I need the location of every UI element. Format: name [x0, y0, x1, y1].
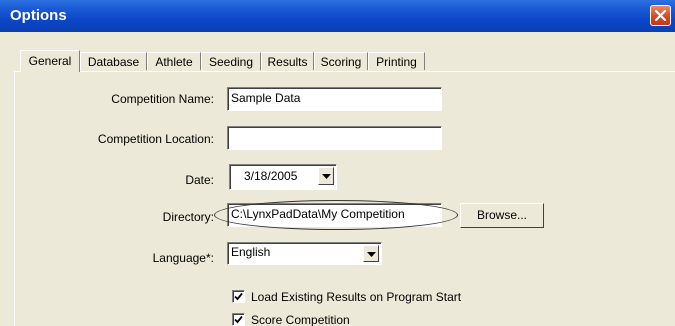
language-dropdown-button[interactable] [363, 245, 379, 262]
language-label: Language*: [152, 251, 214, 265]
load-existing-label: Load Existing Results on Program Start [251, 290, 462, 304]
directory-label: Directory: [162, 210, 214, 224]
competition-name-field[interactable]: Sample Data [227, 87, 442, 111]
date-value: 3/18/2005 [244, 169, 298, 183]
competition-location-label: Competition Location: [97, 132, 214, 146]
load-existing-checkbox[interactable] [232, 290, 245, 303]
window-title: Options [10, 7, 67, 24]
options-dialog: Options General Database Athlete Seeding… [0, 0, 675, 326]
title-bar: Options [0, 0, 675, 32]
score-competition-label: Score Competition [251, 313, 350, 326]
tab-database[interactable]: Database [80, 52, 147, 70]
tab-scoring[interactable]: Scoring [314, 52, 368, 70]
highlight-ellipse [214, 200, 458, 230]
date-label: Date: [185, 173, 214, 187]
tab-printing[interactable]: Printing [368, 52, 425, 70]
browse-button[interactable]: Browse... [460, 203, 544, 228]
tab-athlete[interactable]: Athlete [147, 52, 201, 70]
close-button[interactable] [650, 5, 671, 26]
tab-seeding[interactable]: Seeding [201, 52, 261, 70]
date-dropdown-button[interactable] [318, 167, 334, 185]
competition-name-label: Competition Name: [111, 92, 214, 106]
language-value: English [231, 245, 271, 259]
competition-location-field[interactable] [227, 126, 442, 150]
tab-general[interactable]: General [20, 50, 80, 72]
language-select[interactable]: English [227, 242, 382, 265]
score-competition-checkbox[interactable] [232, 313, 245, 326]
tab-results[interactable]: Results [261, 52, 314, 70]
